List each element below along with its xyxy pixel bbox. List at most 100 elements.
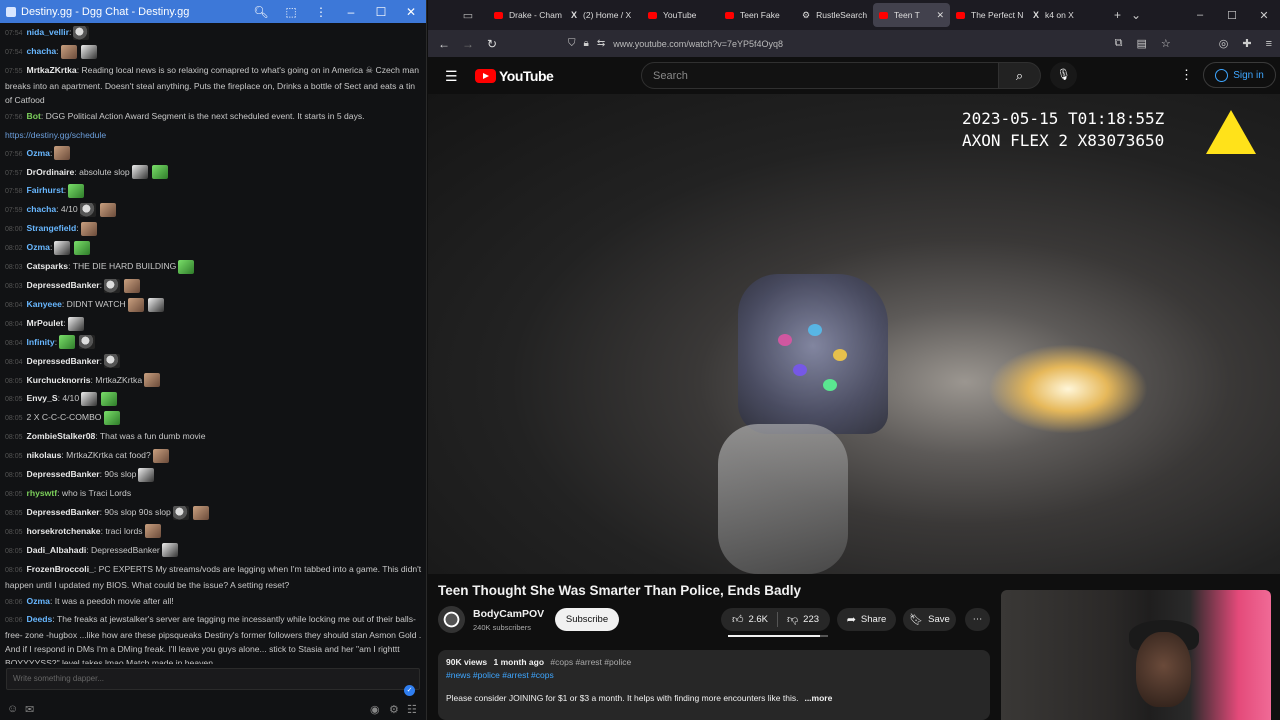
maximize-button[interactable]: ☐: [366, 0, 396, 23]
browser-window: ▭ Drake - Cham X (2) Home / X YouTube Teen F…: [428, 0, 1280, 720]
subscribe-button[interactable]: Subscribe: [555, 608, 619, 631]
chat-window: Destiny.gg - Dgg Chat - Destiny.gg 🔍︎ ⬚ …: [0, 0, 427, 720]
chat-link[interactable]: https://destiny.gg/schedule: [5, 130, 106, 140]
address-bar[interactable]: ⛉ 🔒︎ ⇆ www.youtube.com/watch?v=7eYP5f4Oy…: [568, 33, 1168, 54]
chat-username[interactable]: Dadi_Albahadi: [27, 545, 87, 555]
chat-username[interactable]: Strangefield: [27, 223, 77, 233]
browser-tab[interactable]: Teen T ✕: [873, 3, 950, 27]
lock-icon[interactable]: 🔒︎: [584, 38, 589, 49]
chat-username[interactable]: Ozma: [27, 242, 50, 252]
chat-timestamp: 08:04: [5, 320, 23, 328]
chat-username[interactable]: Kurchucknorris: [27, 375, 91, 385]
new-tab-icon[interactable]: +: [1114, 8, 1121, 22]
more-actions-button[interactable]: ⋯: [965, 608, 990, 631]
chat-username[interactable]: FrozenBroccoli_: [27, 564, 94, 574]
browser-menu-icon[interactable]: ≡: [1266, 38, 1272, 50]
forward-arrow-icon[interactable]: →: [456, 37, 480, 51]
browser-tab[interactable]: ⚙ RustleSearch: [796, 0, 873, 30]
chat-username[interactable]: ZombieStalker08: [27, 431, 96, 441]
chat-username[interactable]: chacha: [27, 46, 57, 56]
voice-search-button[interactable]: 🎙︎: [1050, 62, 1077, 89]
chat-username[interactable]: Bot: [27, 111, 41, 121]
chat-username[interactable]: DepressedBanker: [27, 469, 100, 479]
chat-username[interactable]: Kanyeee: [27, 299, 62, 309]
hashtag-links[interactable]: #news #police #arrest #cops: [446, 670, 982, 680]
chat-username[interactable]: chacha: [27, 204, 57, 214]
chat-username[interactable]: rhyswtf: [27, 488, 58, 498]
permissions-icon[interactable]: ⇆: [597, 38, 605, 49]
chat-username[interactable]: DepressedBanker: [27, 356, 100, 366]
chat-username[interactable]: DepressedBanker: [27, 507, 100, 517]
browser-tab[interactable]: Drake - Cham: [488, 0, 565, 30]
chat-username[interactable]: Ozma: [27, 148, 50, 158]
dislike-button[interactable]: 👎︎ 223: [778, 608, 828, 631]
zoom-icon[interactable]: 🔍︎: [246, 0, 276, 23]
chat-username[interactable]: horsekrotchenake: [27, 526, 101, 536]
browser-tab[interactable]: Xk4 on X: [1027, 0, 1104, 30]
share-button[interactable]: ➦ Share: [837, 608, 896, 631]
chat-username[interactable]: MrPoulet: [27, 318, 64, 328]
chat-username[interactable]: nida_vellir: [27, 27, 70, 37]
extensions-icon[interactable]: ✚: [1242, 37, 1251, 50]
picture-in-picture-icon[interactable]: ⧉: [1115, 37, 1123, 50]
save-button[interactable]: 🔖︎ Save: [903, 608, 956, 631]
show-more-link[interactable]: ...more: [804, 693, 832, 703]
description-box[interactable]: 90K views 1 month ago #cops #arrest #pol…: [438, 650, 990, 720]
youtube-logo[interactable]: YouTube: [475, 68, 554, 84]
inline-hashtags[interactable]: #cops #arrest #police: [550, 657, 631, 667]
settings-gear-icon[interactable]: ⚙: [389, 703, 399, 716]
bookmark-star-icon[interactable]: ☆: [1161, 37, 1171, 50]
whisper-icon[interactable]: ✉: [25, 703, 34, 716]
minimize-button[interactable]: –: [336, 0, 366, 23]
chat-username[interactable]: Catsparks: [27, 261, 69, 271]
chat-emote-icon: [138, 467, 155, 482]
reader-view-icon[interactable]: ▤: [1136, 37, 1146, 50]
chat-username[interactable]: DepressedBanker: [27, 280, 100, 290]
browser-maximize-button[interactable]: ☐: [1216, 0, 1248, 30]
chat-timestamp: 07:56: [5, 113, 23, 121]
search-input[interactable]: Search: [641, 62, 999, 89]
browser-tab[interactable]: Teen Fake: [719, 0, 796, 30]
browser-tab[interactable]: The Perfect N: [950, 0, 1027, 30]
visibility-icon[interactable]: ◉: [370, 703, 380, 716]
account-icon[interactable]: ◎: [1219, 37, 1229, 50]
chat-timestamp: 08:05: [5, 415, 23, 423]
channel-name[interactable]: BodyCamPOV: [473, 608, 544, 620]
chat-username[interactable]: Envy_S: [27, 393, 58, 403]
close-button[interactable]: ✕: [396, 0, 426, 23]
video-player[interactable]: 2023-05-15 T01:18:55Z AXON FLEX 2 X83073…: [428, 94, 1280, 574]
search-button[interactable]: ⌕: [999, 62, 1041, 89]
users-icon[interactable]: ☷: [407, 703, 417, 716]
chat-timestamp: 08:04: [5, 339, 23, 347]
browser-close-button[interactable]: ✕: [1248, 0, 1280, 30]
like-button[interactable]: 👍︎ 2.6K: [723, 608, 777, 631]
chat-username[interactable]: DrOrdinaire: [27, 167, 75, 177]
url-text[interactable]: www.youtube.com/watch?v=7eYP5f4Oyq8: [613, 39, 783, 49]
chat-input[interactable]: Write something dapper... ✓: [6, 668, 420, 696]
browser-tab[interactable]: X (2) Home / X: [565, 0, 642, 30]
hamburger-menu-icon[interactable]: ☰: [445, 68, 458, 85]
shield-icon[interactable]: ⛉: [568, 38, 576, 49]
emote-menu-icon[interactable]: ☺: [7, 703, 18, 715]
chat-username[interactable]: Ozma: [27, 596, 50, 606]
tab-overflow-chevron-icon[interactable]: ⌄: [1131, 8, 1141, 22]
chat-username[interactable]: MrtkaZKrtka: [27, 65, 77, 75]
browser-tab[interactable]: YouTube: [642, 0, 719, 30]
tab-list-icon[interactable]: ▭: [456, 0, 480, 30]
chat-username[interactable]: Deeds: [27, 614, 53, 624]
back-arrow-icon[interactable]: ←: [432, 37, 456, 51]
chat-username[interactable]: nikolaus: [27, 450, 62, 460]
extension-icon[interactable]: ⬚: [276, 0, 306, 23]
sign-in-button[interactable]: Sign in: [1203, 62, 1276, 88]
browser-minimize-button[interactable]: –: [1184, 0, 1216, 30]
send-icon[interactable]: ✓: [404, 685, 415, 696]
chat-message-list[interactable]: 07:54 nida_vellir: 07:54 chacha: 07:55 MrtkaZ…: [0, 24, 427, 664]
reload-icon[interactable]: ↻: [480, 37, 504, 51]
kebab-menu-icon[interactable]: ⋮: [306, 0, 336, 23]
chat-username[interactable]: Fairhurst: [27, 185, 64, 195]
chat-username[interactable]: Infinity: [27, 337, 55, 347]
channel-avatar[interactable]: [438, 606, 465, 633]
chat-timestamp: 08:06: [5, 617, 23, 625]
more-options-icon[interactable]: ⋮: [1180, 67, 1193, 83]
tab-close-icon[interactable]: ✕: [936, 10, 944, 21]
